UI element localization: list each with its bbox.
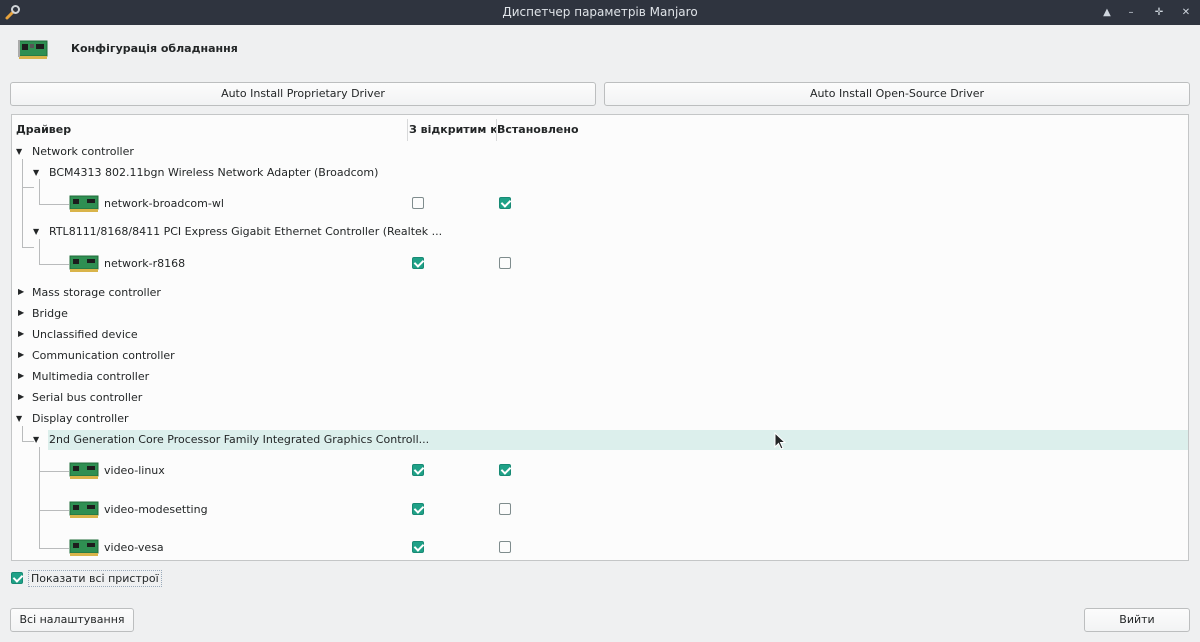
tree-row-label: network-r8168 bbox=[104, 257, 186, 270]
tree-row-network-controller[interactable]: ▼ Network controller bbox=[12, 142, 1188, 162]
tree-row-label: Serial bus controller bbox=[32, 391, 143, 404]
collapsed-arrow-icon[interactable]: ▶ bbox=[18, 308, 24, 317]
keep-above-icon[interactable]: ▲ bbox=[1097, 3, 1117, 22]
pci-card-icon bbox=[69, 539, 99, 556]
tree-row-label: Multimedia controller bbox=[32, 370, 150, 383]
tree-row-device[interactable]: ▼ BCM4313 802.11bgn Wireless Network Ada… bbox=[12, 163, 1188, 183]
tree-row-driver[interactable]: video-linux bbox=[12, 456, 1188, 484]
tree-row-mass-storage[interactable]: ▶ Mass storage controller bbox=[12, 283, 1188, 303]
tree-row-serial-bus[interactable]: ▶ Serial bus controller bbox=[12, 388, 1188, 408]
tree-row-label: video-linux bbox=[104, 464, 165, 477]
pci-card-icon bbox=[69, 501, 99, 518]
tree-line bbox=[22, 247, 34, 248]
close-icon[interactable]: ✕ bbox=[1176, 3, 1196, 22]
tree-row-device-selected[interactable]: ▼ 2nd Generation Core Processor Family I… bbox=[12, 430, 1188, 450]
collapsed-arrow-icon[interactable]: ▶ bbox=[18, 350, 24, 359]
tree-row-label: network-broadcom-wl bbox=[104, 197, 224, 210]
tree-row-label: video-vesa bbox=[104, 541, 164, 554]
tree-row-unclassified[interactable]: ▶ Unclassified device bbox=[12, 325, 1188, 345]
tree-row-label: video-modesetting bbox=[104, 503, 208, 516]
tree-line bbox=[22, 187, 34, 188]
tree-row-driver[interactable]: network-broadcom-wl bbox=[12, 189, 1188, 217]
tree-row-device[interactable]: ▼ RTL8111/8168/8411 PCI Express Gigabit … bbox=[12, 222, 1188, 242]
pci-card-icon bbox=[69, 462, 99, 479]
installed-checkbox[interactable] bbox=[499, 257, 511, 269]
exit-button[interactable]: Вийти bbox=[1084, 608, 1190, 632]
tree-row-label: Communication controller bbox=[32, 349, 175, 362]
tree-row-display-controller[interactable]: ▼ Display controller bbox=[12, 409, 1188, 429]
collapsed-arrow-icon[interactable]: ▶ bbox=[18, 287, 24, 296]
title-bar: Диспетчер параметрів Manjaro ▲ – ✛ ✕ bbox=[0, 0, 1200, 25]
tree-row-label: Mass storage controller bbox=[32, 286, 161, 299]
driver-tree[interactable]: Драйвер З відкритим кодом Встановлено ▼ … bbox=[11, 114, 1189, 561]
open-source-checkbox[interactable] bbox=[412, 464, 424, 476]
pci-card-icon bbox=[18, 40, 48, 59]
auto-install-open-source-button[interactable]: Auto Install Open-Source Driver bbox=[604, 82, 1190, 106]
collapsed-arrow-icon[interactable]: ▶ bbox=[18, 329, 24, 338]
auto-install-proprietary-button[interactable]: Auto Install Proprietary Driver bbox=[10, 82, 596, 106]
collapsed-arrow-icon[interactable]: ▶ bbox=[18, 392, 24, 401]
column-separator bbox=[407, 119, 408, 141]
tree-row-label: BCM4313 802.11bgn Wireless Network Adapt… bbox=[49, 166, 379, 179]
expanded-arrow-icon[interactable]: ▼ bbox=[16, 147, 22, 156]
tree-row-driver[interactable]: video-modesetting bbox=[12, 495, 1188, 523]
show-all-devices-label[interactable]: Показати всі пристрої bbox=[28, 570, 162, 587]
tree-row-label: 2nd Generation Core Processor Family Int… bbox=[49, 433, 430, 446]
minimize-icon[interactable]: – bbox=[1121, 3, 1141, 22]
column-header-open-source[interactable]: З відкритим кодом bbox=[409, 123, 497, 136]
tree-row-label: Bridge bbox=[32, 307, 68, 320]
mouse-pointer-icon bbox=[774, 432, 786, 450]
window-title: Диспетчер параметрів Manjaro bbox=[502, 5, 698, 19]
pci-card-icon bbox=[69, 255, 99, 272]
installed-checkbox[interactable] bbox=[499, 541, 511, 553]
expanded-arrow-icon[interactable]: ▼ bbox=[33, 227, 39, 236]
expanded-arrow-icon[interactable]: ▼ bbox=[16, 414, 22, 423]
tree-row-multimedia[interactable]: ▶ Multimedia controller bbox=[12, 367, 1188, 387]
open-source-checkbox[interactable] bbox=[412, 541, 424, 553]
pci-card-icon bbox=[69, 195, 99, 212]
installed-checkbox[interactable] bbox=[499, 503, 511, 515]
column-header-installed[interactable]: Встановлено bbox=[497, 123, 579, 136]
tree-row-driver[interactable]: video-vesa bbox=[12, 533, 1188, 560]
tree-row-communication[interactable]: ▶ Communication controller bbox=[12, 346, 1188, 366]
tree-row-label: RTL8111/8168/8411 PCI Express Gigabit Et… bbox=[49, 225, 443, 238]
show-all-devices-checkbox[interactable] bbox=[11, 572, 23, 584]
open-source-checkbox[interactable] bbox=[412, 257, 424, 269]
tree-row-bridge[interactable]: ▶ Bridge bbox=[12, 304, 1188, 324]
installed-checkbox[interactable] bbox=[499, 197, 511, 209]
maximize-icon[interactable]: ✛ bbox=[1149, 3, 1169, 22]
collapsed-arrow-icon[interactable]: ▶ bbox=[18, 371, 24, 380]
all-settings-button[interactable]: Всі налаштування bbox=[10, 608, 134, 632]
tree-row-driver[interactable]: network-r8168 bbox=[12, 249, 1188, 277]
expanded-arrow-icon[interactable]: ▼ bbox=[33, 168, 39, 177]
expanded-arrow-icon[interactable]: ▼ bbox=[33, 435, 39, 444]
tree-row-label: Network controller bbox=[32, 145, 134, 158]
tree-row-label: Display controller bbox=[32, 412, 129, 425]
open-source-checkbox[interactable] bbox=[412, 197, 424, 209]
page-title: Конфігурація обладнання bbox=[71, 42, 238, 55]
tree-row-label: Unclassified device bbox=[32, 328, 138, 341]
column-header-driver[interactable]: Драйвер bbox=[16, 123, 71, 136]
installed-checkbox[interactable] bbox=[499, 464, 511, 476]
open-source-checkbox[interactable] bbox=[412, 503, 424, 515]
